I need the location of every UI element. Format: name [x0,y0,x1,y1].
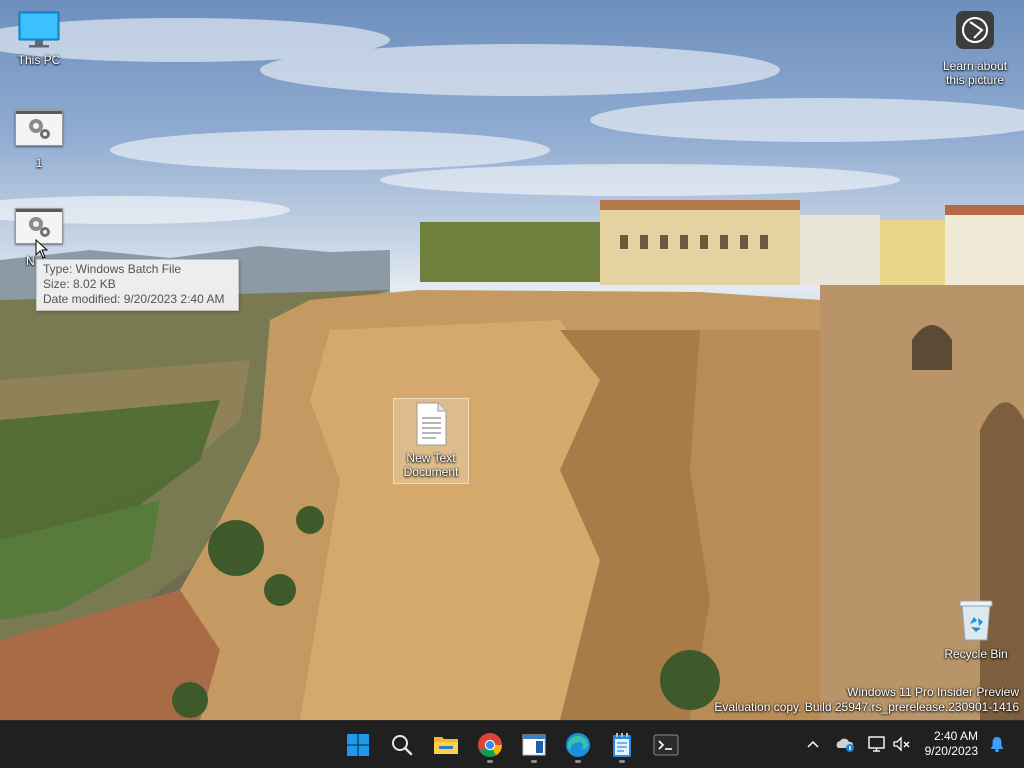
tooltip-type: Type: Windows Batch File [43,262,182,276]
notepad-icon [613,733,631,757]
search-icon [392,735,413,756]
terminal-icon [653,734,679,756]
chevron-up-icon [807,740,819,748]
chrome-icon [478,733,502,758]
learn-picture-icon [956,11,994,49]
desktop-wallpaper [0,0,1024,720]
file-tooltip: Type: Windows Batch File Size: 8.02 KB D… [36,259,239,311]
start-button[interactable] [338,725,378,765]
onedrive-icon [836,738,854,752]
network-tray-button[interactable] [866,733,888,755]
volume-muted-icon [893,736,910,752]
gear-icon [29,119,50,139]
desktop-icon-learn-about-picture[interactable]: Learn about this picture [934,10,1016,87]
desktop-icon-recycle-bin[interactable]: Recycle Bin [940,598,1012,661]
watermark-edition: Windows 11 Pro Insider Preview [847,685,1019,699]
app-window-icon [522,734,546,756]
running-indicator [619,760,625,763]
icon-label: Recycle Bin [944,647,1008,661]
taskbar-notepad[interactable] [602,725,642,765]
show-hidden-icons-button[interactable] [802,733,824,755]
icon-label: Learn about this picture [942,59,1008,87]
taskbar: 2:40 AM 9/20/2023 [0,720,1024,768]
taskbar-edge[interactable] [558,725,598,765]
taskbar-chrome[interactable] [470,725,510,765]
desktop-icon-new-text-document[interactable]: New Text Document [393,398,469,484]
running-indicator [487,760,493,763]
icon-label: This PC [17,53,61,67]
clock-date: 9/20/2023 [924,744,978,758]
taskbar-terminal[interactable] [646,725,686,765]
taskbar-clock[interactable]: 2:40 AM 9/20/2023 [925,729,978,759]
text-document-icon [416,402,447,446]
tooltip-size: Size: 8.02 KB [43,277,116,291]
desktop-icon-batch-1[interactable]: 1 [6,110,72,170]
volume-tray-button[interactable] [891,733,913,755]
wallpaper-landscape [0,18,1024,720]
recycle-bin-icon [959,600,993,641]
network-icon [868,736,885,752]
search-button[interactable] [382,725,422,765]
taskbar-file-explorer[interactable] [426,725,466,765]
batch-file-icon [15,110,63,146]
desktop-icon-this-pc[interactable]: This PC [8,10,70,67]
icon-label: 1 [35,156,43,170]
icon-label: New Text Document [403,451,459,479]
tooltip-date: Date modified: 9/20/2023 2:40 AM [43,292,225,306]
running-indicator [531,760,537,763]
bell-icon [990,737,1004,753]
start-icon [347,734,369,756]
gear-icon [29,217,50,237]
running-indicator [575,760,581,763]
edge-icon [566,733,590,757]
notifications-button[interactable] [986,733,1008,755]
taskbar-app-window[interactable] [514,725,554,765]
build-watermark: Windows 11 Pro Insider Preview Evaluatio… [714,685,1019,715]
monitor-icon [18,11,60,48]
file-explorer-icon [434,737,458,754]
onedrive-tray-button[interactable] [834,733,856,755]
mouse-cursor-icon [35,239,49,259]
clock-time: 2:40 AM [933,729,978,743]
watermark-build: Evaluation copy. Build 25947.rs_prerelea… [714,700,1019,714]
